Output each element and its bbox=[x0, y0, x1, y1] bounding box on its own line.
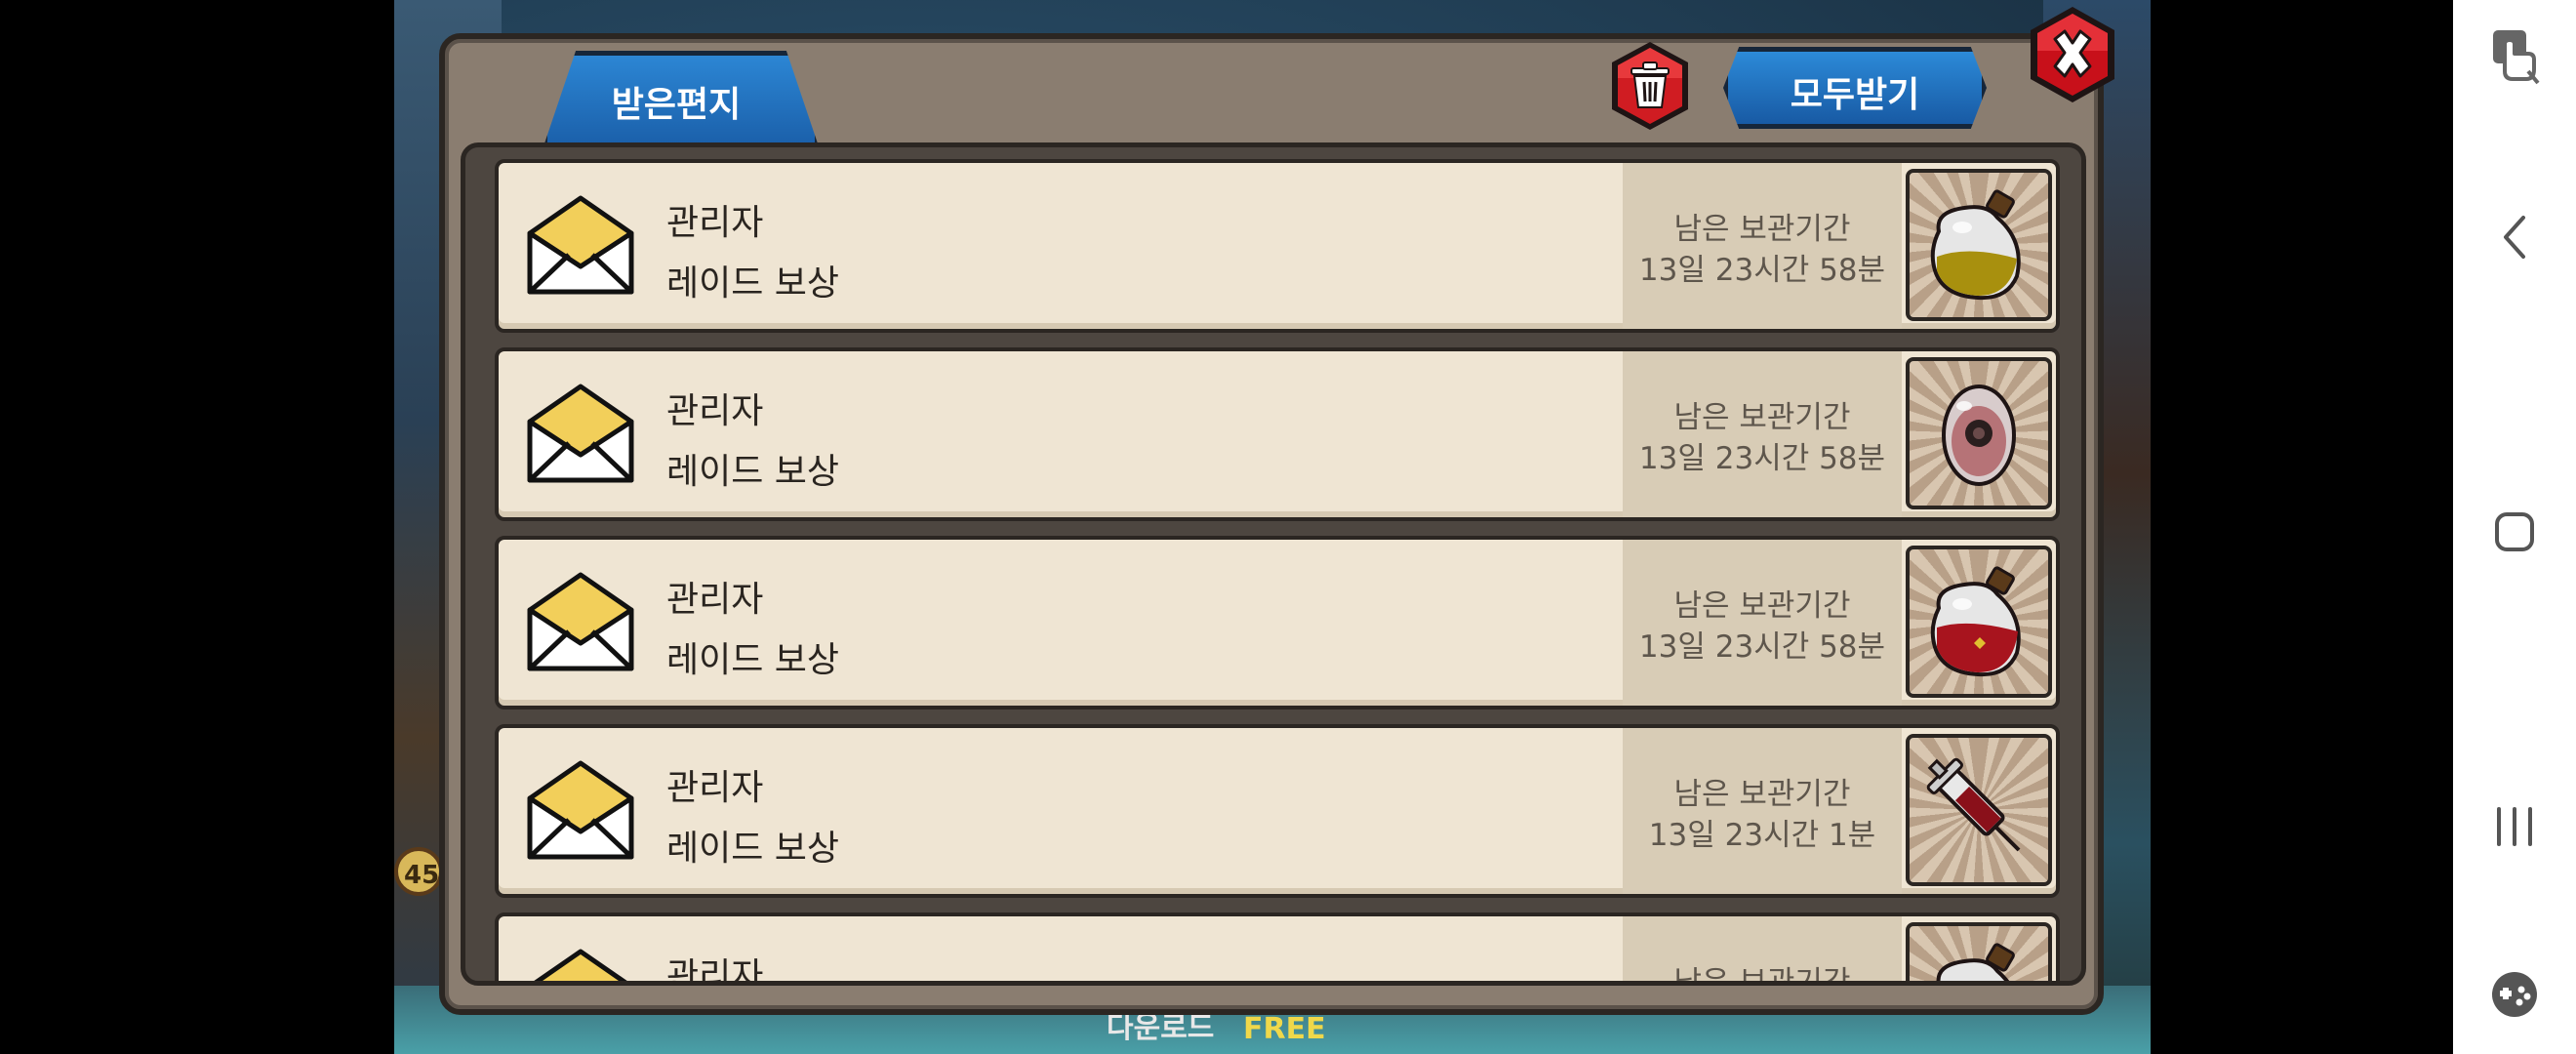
mail-sender: 관리자 bbox=[666, 580, 764, 620]
reward-item[interactable] bbox=[1906, 357, 2052, 509]
remaining-period-time: 13일 23시간 58분 bbox=[1638, 253, 1886, 288]
trash-icon bbox=[1612, 42, 1688, 130]
yellow-potion-icon bbox=[1930, 189, 2021, 301]
level-badge: 45 bbox=[394, 847, 443, 896]
close-icon bbox=[2031, 7, 2114, 102]
mail-row[interactable]: 관리자 레이드 보상 남은 보관기간 13일 23시간 58분 bbox=[495, 536, 2060, 709]
back-button[interactable] bbox=[2453, 205, 2576, 269]
opened-envelope-icon bbox=[534, 949, 627, 981]
back-icon bbox=[2504, 216, 2525, 259]
purple-potion-icon bbox=[1936, 943, 2015, 981]
close-button[interactable] bbox=[2026, 4, 2119, 105]
game-tools-touch-button[interactable] bbox=[2453, 21, 2576, 90]
reward-item[interactable] bbox=[1906, 546, 2052, 698]
mail-title: 레이드 보상 bbox=[666, 829, 840, 869]
remaining-period: 남은 보관기간 13일 23시간 1분 bbox=[1623, 728, 1902, 894]
android-navigation-bar bbox=[2453, 0, 2576, 1054]
game-launcher-button[interactable] bbox=[2453, 960, 2576, 1029]
remaining-period-time: 13일 23시간 58분 bbox=[1638, 629, 1886, 665]
remaining-period-label: 남은 보관기간 bbox=[1673, 212, 1851, 247]
opened-envelope-icon bbox=[527, 195, 634, 295]
mail-row[interactable]: 관리자 레이드 보상 남은 보관기간 13일 23시간 58분 bbox=[495, 159, 2060, 333]
mail-title: 레이드 보상 bbox=[666, 640, 840, 680]
remaining-period-time: 13일 23시간 1분 bbox=[1648, 818, 1876, 853]
syringe-icon bbox=[1926, 757, 2021, 852]
reward-item[interactable] bbox=[1906, 169, 2052, 321]
dark-egg-icon bbox=[1942, 385, 2016, 486]
remaining-period: 남은 보관기간 13일 23시간 58분 bbox=[1623, 351, 1902, 517]
reward-item[interactable] bbox=[1906, 922, 2052, 981]
opened-envelope-icon bbox=[527, 572, 634, 671]
remaining-period: 남은 보관기간 13일 23시간 58분 bbox=[1623, 163, 1902, 329]
mail-sender: 관리자 bbox=[666, 768, 764, 808]
remaining-period: 남은 보관기간 bbox=[1623, 916, 1902, 986]
remaining-period-time: 13일 23시간 58분 bbox=[1638, 441, 1886, 476]
mail-row[interactable]: 관리자 레이드 보상 남은 보관기간 13일 23시간 58분 bbox=[495, 347, 2060, 521]
remaining-period-label: 남은 보관기간 bbox=[1673, 588, 1851, 624]
mail-title: 레이드 보상 bbox=[666, 264, 840, 304]
home-button[interactable] bbox=[2453, 500, 2576, 564]
remaining-period: 남은 보관기간 13일 23시간 58분 bbox=[1623, 540, 1902, 706]
mail-list[interactable]: 관리자 레이드 보상 남은 보관기간 13일 23시간 58분 관리자 레이드 … bbox=[461, 142, 2086, 986]
mail-sender: 관리자 bbox=[666, 956, 764, 986]
red-potion-icon bbox=[1930, 566, 2021, 677]
free-text: FREE bbox=[1243, 1012, 1326, 1046]
recents-icon bbox=[2497, 807, 2532, 846]
delete-button[interactable] bbox=[1606, 39, 1694, 133]
mail-title: 레이드 보상 bbox=[666, 452, 840, 492]
remaining-period-label: 남은 보관기간 bbox=[1673, 400, 1851, 435]
game-launcher-icon bbox=[2492, 972, 2537, 1017]
receive-all-label: 모두받기 bbox=[1790, 75, 1920, 115]
mail-row[interactable]: 관리자 남은 보관기간 bbox=[495, 912, 2060, 986]
reward-item[interactable] bbox=[1906, 734, 2052, 886]
opened-envelope-icon bbox=[527, 760, 634, 860]
game-tools-touch-icon bbox=[2493, 30, 2540, 85]
remaining-period-label: 남은 보관기간 bbox=[1673, 965, 1851, 986]
remaining-period-label: 남은 보관기간 bbox=[1673, 777, 1851, 812]
recents-button[interactable] bbox=[2453, 794, 2576, 859]
opened-envelope-icon bbox=[527, 384, 634, 483]
home-icon bbox=[2495, 512, 2534, 551]
mail-sender: 관리자 bbox=[666, 391, 764, 431]
tab-received-mail-label: 받은편지 bbox=[611, 85, 742, 125]
mail-sender: 관리자 bbox=[666, 203, 764, 243]
mail-row[interactable]: 관리자 레이드 보상 남은 보관기간 13일 23시간 1분 bbox=[495, 724, 2060, 898]
